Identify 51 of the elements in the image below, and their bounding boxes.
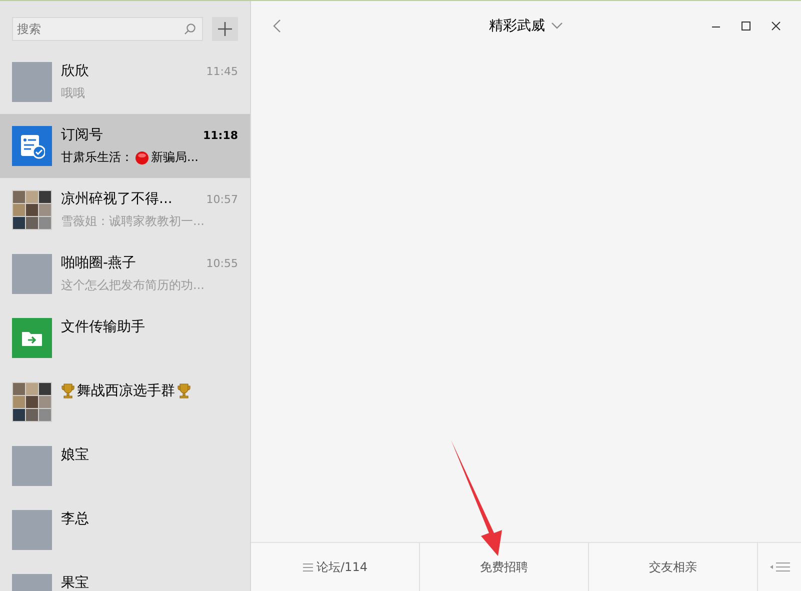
back-button[interactable] bbox=[273, 19, 281, 33]
chat-name: 果宝 bbox=[61, 574, 89, 591]
chat-item[interactable]: 李总 bbox=[0, 498, 250, 562]
chevron-down-icon[interactable] bbox=[551, 22, 563, 30]
subscription-icon bbox=[12, 126, 52, 166]
chat-name: 欣欣 bbox=[61, 62, 89, 80]
chat-name: 凉州碎视了不得... bbox=[61, 190, 172, 208]
chat-name: 啪啪圈-燕子 bbox=[61, 254, 136, 272]
chat-item[interactable]: 果宝 bbox=[0, 562, 250, 591]
message-preview: 新骗局... bbox=[151, 149, 198, 166]
message-time: 11:45 bbox=[206, 64, 238, 78]
maximize-icon[interactable] bbox=[741, 21, 751, 31]
message-time: 11:18 bbox=[202, 128, 238, 142]
trophy-icon bbox=[177, 383, 191, 399]
message-time: 10:55 bbox=[206, 256, 238, 270]
menu-button[interactable]: 交友相亲 bbox=[589, 543, 758, 591]
chat-title: 精彩武威 bbox=[489, 17, 545, 35]
chat-name: 舞战西凉选手群 bbox=[77, 382, 175, 400]
back-icon bbox=[273, 19, 281, 33]
search-icon bbox=[184, 23, 196, 35]
photo-placeholder bbox=[12, 62, 52, 102]
chat-name: 李总 bbox=[61, 510, 89, 528]
ball-emoji-icon bbox=[135, 150, 149, 164]
folder-icon bbox=[12, 318, 52, 358]
chat-item[interactable]: 啪啪圈-燕子 10:55 这个怎么把发布简历的功... bbox=[0, 242, 250, 306]
chat-item[interactable]: 欣欣 11:45 哦哦 bbox=[0, 50, 250, 114]
chat-item[interactable]: 订阅号 11:18 甘肃乐生活： 新骗局... bbox=[0, 114, 250, 178]
message-preview: 雪薇姐：诚聘家教教初一... bbox=[61, 213, 204, 230]
photo-placeholder bbox=[12, 446, 52, 486]
group-avatar bbox=[12, 382, 52, 422]
add-button[interactable] bbox=[212, 17, 238, 41]
chat-item[interactable]: 娘宝 bbox=[0, 434, 250, 498]
message-preview: 哦哦 bbox=[61, 85, 85, 102]
message-time: 10:57 bbox=[206, 192, 238, 206]
chat-item[interactable]: 舞战西凉选手群 bbox=[0, 370, 250, 434]
chat-name: 文件传输助手 bbox=[61, 318, 145, 336]
close-icon[interactable] bbox=[771, 21, 781, 31]
message-preview: 甘肃乐生活： bbox=[61, 149, 133, 166]
chat-name: 订阅号 bbox=[61, 126, 103, 144]
chat-item[interactable]: 文件传输助手 bbox=[0, 306, 250, 370]
menu-button[interactable]: 论坛/114 bbox=[251, 543, 420, 591]
group-avatar bbox=[12, 190, 52, 230]
plus-icon bbox=[218, 22, 232, 36]
photo-placeholder bbox=[12, 510, 52, 550]
trophy-icon bbox=[61, 383, 75, 399]
photo-placeholder bbox=[12, 254, 52, 294]
search-field[interactable]: 搜索 bbox=[12, 17, 203, 41]
collapse-menu-icon bbox=[770, 562, 790, 572]
chat-item[interactable]: 凉州碎视了不得... 10:57 雪薇姐：诚聘家教教初一... bbox=[0, 178, 250, 242]
message-preview: 这个怎么把发布简历的功... bbox=[61, 277, 204, 294]
chat-name: 娘宝 bbox=[61, 446, 89, 464]
